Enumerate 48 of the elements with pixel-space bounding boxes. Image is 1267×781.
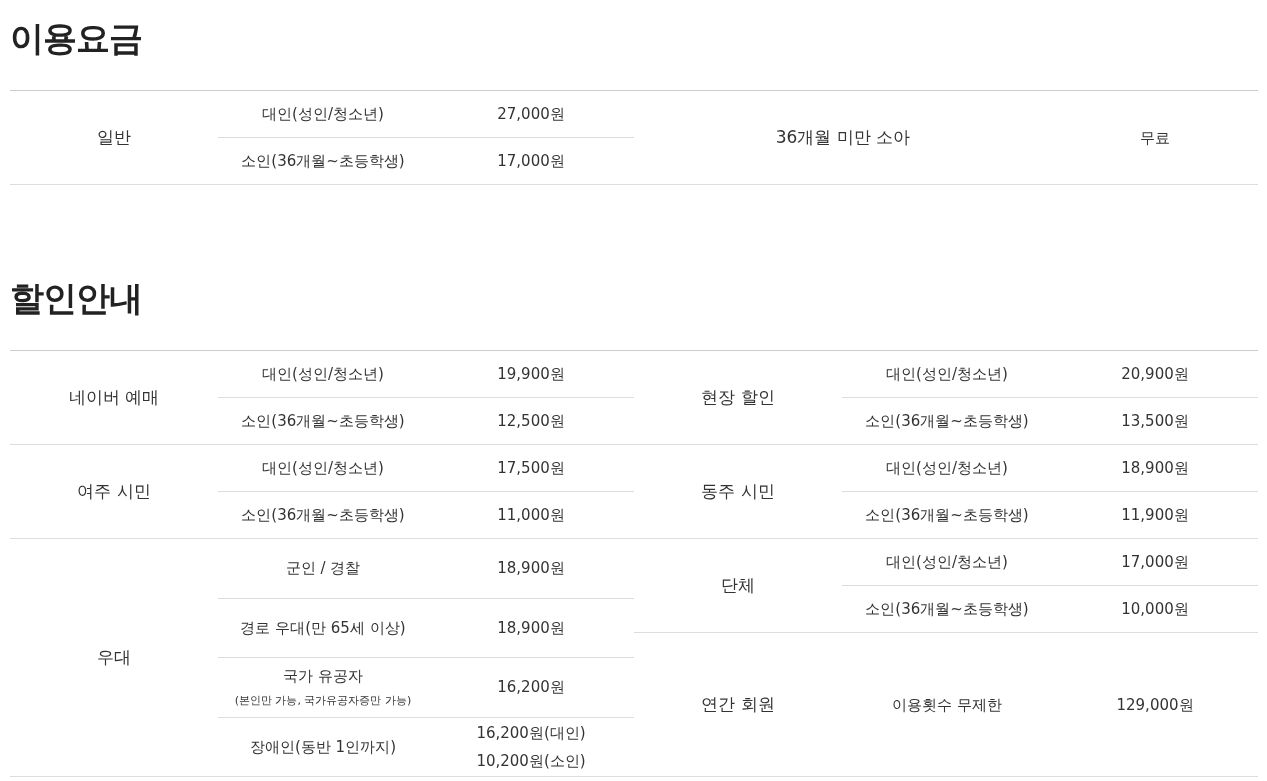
category-label: 연간 회원 — [700, 693, 776, 716]
price-text: 18,900원 — [1121, 458, 1189, 478]
price-text: 18,900원 — [497, 617, 565, 638]
category-label: 우대 — [96, 646, 132, 669]
section-title: 이용요금 — [10, 17, 143, 60]
ticket-type-label: 경로 우대(만 65세 이상) — [240, 617, 406, 638]
ticket-type-label: 군인 / 경찰 — [285, 558, 361, 579]
ticket-type-label: 대인(성인/청소년) — [262, 458, 384, 478]
section-title: 할인안내 — [10, 277, 143, 320]
ticket-type-label: 대인(성인/청소년) — [886, 458, 1008, 478]
price-text: 16,200원 — [497, 677, 565, 698]
category-label: 여주 시민 — [76, 480, 152, 503]
ticket-type-label: 소인(36개월~초등학생) — [865, 505, 1029, 525]
price-text: 16,200원(대인) — [476, 722, 586, 743]
category-label: 현장 할인 — [700, 386, 776, 409]
price-text: 무료 — [1140, 127, 1170, 148]
price-text: 27,000원 — [497, 104, 565, 124]
ticket-type-label: 대인(성인/청소년) — [262, 104, 384, 124]
price-text: 13,500원 — [1121, 411, 1189, 431]
category-label: 단체 — [720, 574, 756, 597]
price-text: 11,000원 — [497, 505, 565, 525]
price-text: 17,000원 — [1121, 552, 1189, 572]
price-text: 20,900원 — [1121, 364, 1189, 384]
price-text: 19,900원 — [497, 364, 565, 384]
price-text: 129,000원 — [1116, 694, 1194, 715]
note-text: (본인만 가능, 국가유공자증만 가능) — [234, 694, 412, 709]
category-label: 36개월 미만 소아 — [774, 126, 912, 149]
ticket-type-label: 이용횟수 무제한 — [892, 694, 1002, 715]
price-text: 18,900원 — [497, 558, 565, 579]
ticket-type-label: 소인(36개월~초등학생) — [241, 505, 405, 525]
price-text: 17,000원 — [497, 151, 565, 171]
ticket-type-label: 장애인(동반 1인까지) — [250, 736, 396, 757]
price-text: 10,000원 — [1121, 599, 1189, 619]
category-label: 동주 시민 — [700, 480, 776, 503]
ticket-type-label: 대인(성인/청소년) — [262, 364, 384, 384]
ticket-type-label: 소인(36개월~초등학생) — [241, 151, 405, 171]
ticket-type-label: 소인(36개월~초등학생) — [241, 411, 405, 431]
ticket-type-label: 대인(성인/청소년) — [886, 364, 1008, 384]
ticket-type-label: 국가 유공자 — [283, 666, 363, 687]
ticket-type-label: 소인(36개월~초등학생) — [865, 599, 1029, 619]
category-label: 일반 — [96, 126, 132, 149]
ticket-type-label: 대인(성인/청소년) — [886, 552, 1008, 572]
price-text: 10,200원(소인) — [476, 750, 586, 771]
price-text: 11,900원 — [1121, 505, 1189, 525]
ticket-type-label: 소인(36개월~초등학생) — [865, 411, 1029, 431]
price-text: 12,500원 — [497, 411, 565, 431]
price-text: 17,500원 — [497, 458, 565, 478]
category-label: 네이버 예매 — [67, 386, 161, 409]
